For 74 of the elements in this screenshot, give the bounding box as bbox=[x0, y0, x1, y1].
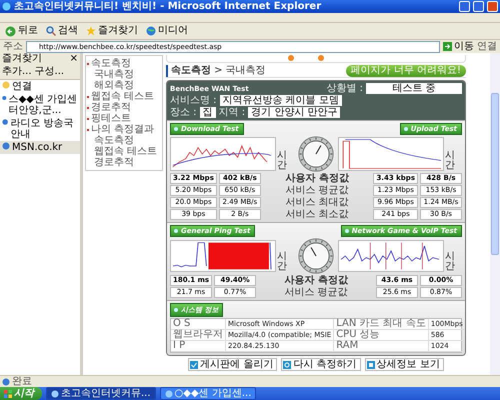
pane-action[interactable]: 구성... bbox=[34, 66, 64, 78]
service-field: 지역유선방송 케이블 모뎀 bbox=[220, 95, 342, 106]
address-label: 주소 bbox=[3, 40, 23, 52]
nav-link[interactable]: 나의 측정결과 bbox=[87, 124, 161, 135]
refresh-icon bbox=[283, 360, 292, 368]
nav-link[interactable]: 웹접속 테스트 bbox=[87, 146, 161, 157]
status-field: 테스트 중 bbox=[366, 83, 462, 94]
go-button[interactable]: 이동 bbox=[443, 40, 474, 52]
table-cell: CPU 성능 bbox=[334, 330, 429, 341]
close-button[interactable]: × bbox=[70, 53, 78, 65]
nav-link[interactable]: 핑테스트 bbox=[87, 113, 161, 124]
field-label: 장소 : bbox=[170, 107, 197, 118]
action-button[interactable]: 상세정보 보기 bbox=[364, 358, 444, 371]
breadcrumb: 속도측정 > 국내측정 bbox=[166, 65, 266, 77]
close-button[interactable] bbox=[487, 1, 498, 12]
favorite-item[interactable]: 라디오 방송국 안내 bbox=[0, 117, 80, 141]
nav-link[interactable]: 속도측정 bbox=[87, 58, 161, 69]
row-label: 사용자 측정값 bbox=[283, 276, 349, 286]
table-cell: LAN 카드 최대 속도 bbox=[334, 319, 429, 330]
search-icon bbox=[46, 26, 56, 36]
nav-link[interactable]: 경로추적 bbox=[87, 102, 161, 113]
favorite-item[interactable]: 연결 bbox=[0, 80, 80, 93]
back-arrow-icon bbox=[5, 26, 16, 36]
row-label: 서비스 최대값 bbox=[284, 198, 350, 208]
info-field: 경기 안양시 만안구 bbox=[248, 107, 340, 118]
nav-link[interactable]: 국내측정 bbox=[87, 69, 161, 80]
axis-label: 시간 bbox=[445, 252, 456, 272]
row-label: 서비스 평균값 bbox=[283, 288, 349, 298]
info-icon bbox=[366, 360, 375, 368]
globe-icon bbox=[146, 26, 156, 36]
action-button[interactable]: 게시판에 올리기 bbox=[188, 358, 278, 371]
table-cell: O S bbox=[171, 319, 226, 330]
pane-action[interactable]: 추가... bbox=[2, 66, 32, 78]
axis-label: 시간 bbox=[277, 252, 288, 272]
row-label: 서비스 최소값 bbox=[284, 210, 350, 220]
scroll-thumb[interactable] bbox=[491, 93, 499, 255]
row-label: 사용자 측정값 bbox=[284, 174, 350, 184]
speed-gauge-drawing bbox=[298, 238, 334, 274]
windows-flag-icon bbox=[4, 390, 12, 398]
table-cell: 웹브라우저 bbox=[171, 330, 226, 341]
action-button[interactable]: 다시 측정하기 bbox=[281, 358, 361, 371]
nav-link[interactable]: 웹접속 테스트 bbox=[87, 91, 161, 102]
row-label: 서비스 평균값 bbox=[284, 186, 350, 196]
window-title: 초고속인터넷커뮤니티! 벤치비! - Microsoft Internet Explorer bbox=[14, 0, 322, 13]
field-label: 상황별 : bbox=[326, 83, 363, 94]
nav-link[interactable]: 속도측정 bbox=[87, 135, 161, 146]
star-icon bbox=[86, 26, 96, 36]
favorite-item[interactable]: 스◆◆센 가입센터안양,군... bbox=[0, 93, 80, 117]
table-cell: I P bbox=[171, 341, 226, 352]
check-icon bbox=[190, 360, 198, 368]
table-cell: RAM bbox=[334, 341, 429, 352]
pane-title: 즐겨찾기 bbox=[2, 53, 42, 65]
maximize-button[interactable] bbox=[473, 1, 484, 12]
speed-gauge-drawing bbox=[298, 136, 334, 172]
field-label: 지역 : bbox=[218, 107, 246, 118]
links-label[interactable]: 연결 bbox=[477, 40, 497, 52]
toolbar-button[interactable]: 뒤로 bbox=[3, 25, 40, 37]
info-field: 집 bbox=[200, 107, 216, 118]
minimize-button[interactable] bbox=[459, 1, 470, 12]
taskbar-button[interactable]: 초고속인터넷커뮤... bbox=[46, 387, 156, 400]
decoration-drawing bbox=[287, 55, 327, 61]
toolbar-button[interactable]: 검색 bbox=[44, 25, 80, 37]
favorite-item[interactable]: MSN.co.kr bbox=[0, 141, 80, 154]
scroll-bar[interactable] bbox=[490, 53, 500, 375]
axis-label: 시간 bbox=[277, 151, 288, 171]
toolbar-button[interactable]: 미디어 bbox=[144, 25, 190, 37]
axis-label: 시간 bbox=[445, 151, 456, 171]
nav-link[interactable]: 경로추적 bbox=[87, 157, 161, 168]
taskbar-button[interactable]: ○◆◆센 가입센... bbox=[160, 387, 256, 400]
toolbar-button[interactable]: 즐겨찾기 bbox=[84, 25, 140, 37]
field-label: 서비스명 : bbox=[170, 95, 217, 106]
status-text: 완료 bbox=[12, 376, 32, 388]
go-arrow-icon bbox=[443, 42, 452, 51]
nav-link[interactable]: 해외측정 bbox=[87, 80, 161, 91]
